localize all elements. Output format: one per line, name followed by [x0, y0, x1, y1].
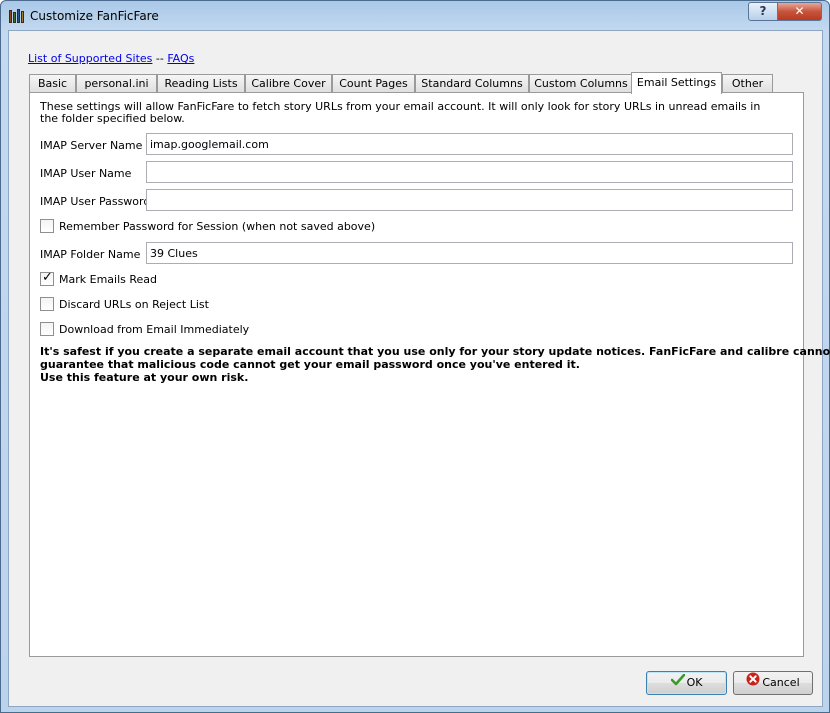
tab-count-pages[interactable]: Count Pages — [332, 74, 415, 93]
mark-emails-read-checkbox[interactable]: ✓ — [40, 270, 54, 286]
tab-email-settings[interactable]: Email Settings — [631, 72, 722, 94]
ok-label: OK — [686, 676, 703, 689]
remember-password-checkbox[interactable] — [40, 219, 54, 233]
tab-calibre-cover[interactable]: Calibre Cover — [245, 74, 332, 93]
imap-user-input[interactable] — [146, 161, 793, 183]
help-button[interactable]: ? — [748, 2, 778, 21]
discard-urls-label[interactable]: Discard URLs on Reject List — [59, 298, 209, 311]
imap-folder-label: IMAP Folder Name — [40, 248, 141, 261]
warning-line: It's safest if you create a separate ema… — [40, 345, 830, 358]
dialog-body: List of Supported Sites -- FAQs Basic pe… — [8, 30, 830, 707]
remember-password-label[interactable]: Remember Password for Session (when not … — [59, 220, 375, 233]
ok-button[interactable]: OK — [646, 671, 727, 695]
security-warning: It's safest if you create a separate ema… — [40, 345, 830, 384]
email-description: These settings will allow FanFicFare to … — [40, 100, 761, 125]
email-settings-pane: These settings will allow FanFicFare to … — [29, 92, 830, 657]
imap-folder-input[interactable] — [146, 242, 793, 264]
mark-emails-read-label[interactable]: Mark Emails Read — [59, 273, 157, 286]
imap-password-label: IMAP User Password — [40, 195, 151, 208]
imap-user-label: IMAP User Name — [40, 167, 132, 180]
help-links: List of Supported Sites -- FAQs — [28, 52, 194, 65]
help-icon: ? — [759, 4, 767, 18]
discard-urls-checkbox[interactable] — [40, 297, 54, 311]
tab-standard-columns[interactable]: Standard Columns — [415, 74, 529, 93]
cancel-label: Cancel — [762, 676, 800, 689]
cancel-icon — [746, 672, 760, 694]
warning-line: guarantee that malicious code cannot get… — [40, 358, 580, 371]
close-icon: ✕ — [794, 4, 805, 18]
faqs-link[interactable]: FAQs — [167, 52, 194, 65]
tab-reading-lists[interactable]: Reading Lists — [157, 74, 245, 93]
checkmark-icon — [670, 672, 685, 694]
tab-custom-columns[interactable]: Custom Columns — [529, 74, 633, 93]
dialog-window: Customize FanFicFare ? ✕ List of Support… — [0, 0, 830, 713]
books-icon — [9, 8, 25, 23]
download-immediately-label[interactable]: Download from Email Immediately — [59, 323, 249, 336]
tab-basic[interactable]: Basic — [29, 74, 76, 93]
imap-server-input[interactable] — [146, 133, 793, 155]
window-title: Customize FanFicFare — [30, 9, 159, 23]
checkmark-icon: ✓ — [42, 270, 53, 285]
cancel-button[interactable]: Cancel — [733, 671, 813, 695]
warning-line: Use this feature at your own risk. — [40, 371, 249, 384]
close-button[interactable]: ✕ — [777, 2, 822, 21]
links-separator: -- — [155, 52, 164, 65]
title-bar[interactable]: Customize FanFicFare ? ✕ — [1, 1, 829, 29]
supported-sites-link[interactable]: List of Supported Sites — [28, 52, 152, 65]
tab-personal-ini[interactable]: personal.ini — [76, 74, 157, 93]
tab-other[interactable]: Other — [722, 74, 773, 93]
imap-server-label: IMAP Server Name — [40, 139, 143, 152]
imap-password-input[interactable] — [146, 189, 793, 211]
download-immediately-checkbox[interactable] — [40, 322, 54, 336]
